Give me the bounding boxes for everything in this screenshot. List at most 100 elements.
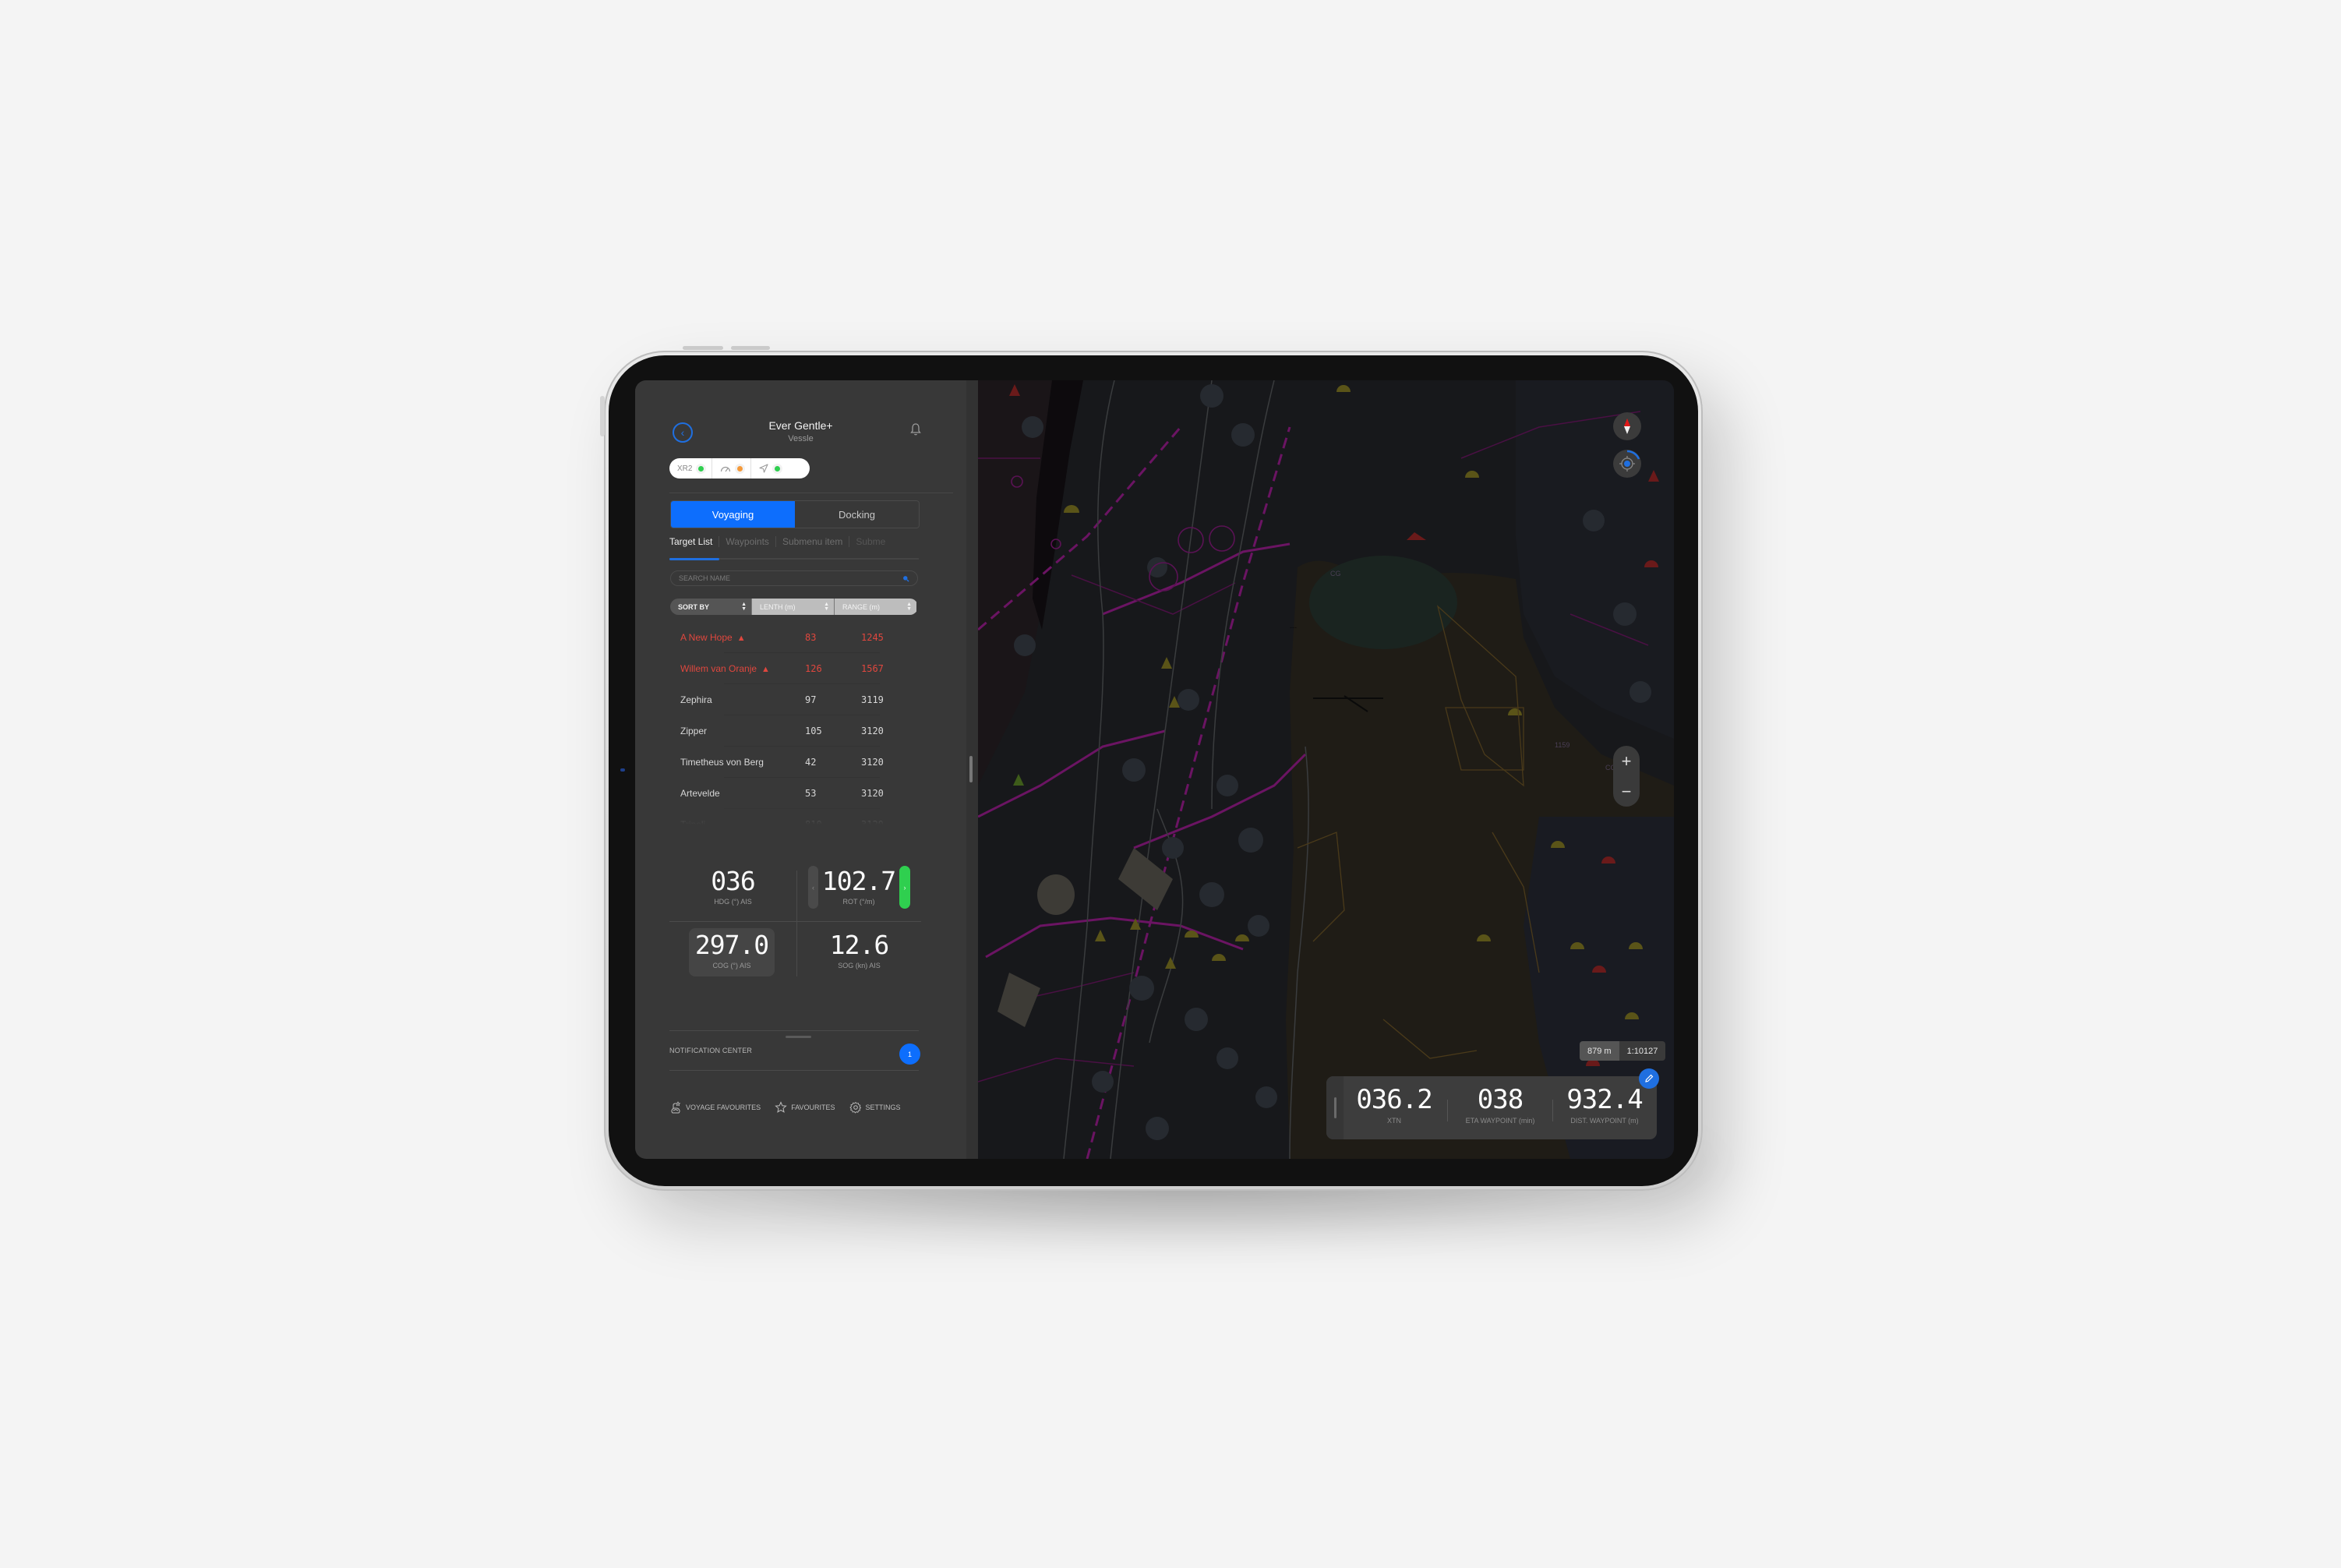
status-ok-dot xyxy=(698,465,704,471)
notification-center-label[interactable]: NOTIFICATION CENTER xyxy=(669,1047,752,1054)
device-power-button xyxy=(600,396,605,436)
vessel-metrics: 036 HDG (°) AIS ‹ 102.7 ROT (°/m) › 297.… xyxy=(669,866,921,1000)
navigation-arrow-icon xyxy=(759,464,769,473)
sort-arrows-icon: ▲ ▼ xyxy=(741,601,747,612)
metric-hdg[interactable]: 036 HDG (°) AIS xyxy=(669,866,796,906)
app-screen: ‹ Ever Gentle+ Vessle XR2 Voyaging Docki… xyxy=(635,380,1674,1159)
compass-button[interactable] xyxy=(1613,412,1641,440)
search-input[interactable] xyxy=(679,574,874,582)
dist-value: 932.4 xyxy=(1566,1084,1643,1115)
sort-length-button[interactable]: LENTH (m) ▲ ▼ xyxy=(751,599,834,615)
speedometer-icon xyxy=(721,466,731,472)
sort-header: SORT BY ▲ ▼ LENTH (m) ▲ ▼ RANGE (m) ▲ ▼ xyxy=(670,599,918,615)
target-range: 1567 xyxy=(861,663,884,674)
status-ok-dot xyxy=(775,465,781,471)
device-volume-button xyxy=(683,346,723,350)
rot-prev-button[interactable]: ‹ xyxy=(808,866,818,909)
nav-label: VOYAGE FAVOURITES xyxy=(686,1104,761,1111)
metric-cog[interactable]: 297.0 COG (°) AIS xyxy=(689,930,775,969)
notification-count-badge[interactable]: 1 xyxy=(899,1044,920,1065)
bell-icon[interactable] xyxy=(909,422,922,436)
cog-value: 297.0 xyxy=(694,930,769,960)
compass-icon xyxy=(1624,418,1630,434)
cog-label: COG (°) AIS xyxy=(712,962,751,969)
target-name-text: A New Hope xyxy=(680,632,733,643)
metric-rot[interactable]: 102.7 ROT (°/m) xyxy=(819,866,899,906)
target-name-text: Zephira xyxy=(680,694,712,705)
zoom-in-button[interactable]: + xyxy=(1613,746,1640,776)
status-speed xyxy=(711,458,750,479)
target-row[interactable]: Zipper 105 3120 xyxy=(669,715,927,747)
subtab-submenu-item[interactable]: Submenu item xyxy=(775,536,849,547)
locate-button[interactable] xyxy=(1613,450,1641,478)
status-navigation xyxy=(750,458,788,479)
target-row[interactable]: Willem van Oranje ▲ 126 1567 xyxy=(669,653,927,684)
target-name-text: Timetheus von Berg xyxy=(680,757,764,768)
target-name-text: Willem van Oranje xyxy=(680,663,757,674)
divider xyxy=(669,921,921,922)
rot-next-button[interactable]: › xyxy=(899,866,910,909)
nav-voyage-favourites[interactable]: VOYAGE FAVOURITES xyxy=(669,1101,761,1114)
target-range: 3120 xyxy=(861,757,884,768)
warning-icon: ▲ xyxy=(736,634,746,643)
subtab-target-list[interactable]: Target List xyxy=(669,536,719,547)
status-warn-dot xyxy=(737,465,743,471)
target-length: 97 xyxy=(805,694,817,705)
divider xyxy=(669,1070,919,1071)
zoom-control: + − xyxy=(1613,746,1640,807)
nautical-chart-map[interactable]: CG 1159 CG --- + − 879 m 1:10127 036.2 X… xyxy=(978,380,1674,1159)
subtab-waypoints[interactable]: Waypoints xyxy=(719,536,775,547)
nav-settings[interactable]: SETTINGS xyxy=(849,1101,901,1114)
sort-by-label: SORT BY xyxy=(678,602,710,611)
rot-label: ROT (°/m) xyxy=(842,898,875,906)
sidebar-resize-handle[interactable] xyxy=(969,756,973,782)
target-length: 126 xyxy=(805,663,822,674)
pencil-icon xyxy=(1645,1074,1654,1082)
target-row[interactable]: Timetheus von Berg 42 3120 xyxy=(669,747,927,778)
hdg-value: 036 xyxy=(711,866,756,896)
target-row[interactable]: A New Hope ▲ 83 1245 xyxy=(669,622,927,653)
chevron-right-icon: › xyxy=(903,883,906,892)
search-field[interactable] xyxy=(670,570,918,586)
device-camera xyxy=(620,768,625,772)
zoom-out-button[interactable]: − xyxy=(1613,776,1640,807)
nav-favourites[interactable]: FAVOURITES xyxy=(775,1101,835,1114)
sort-by-button[interactable]: SORT BY ▲ ▼ xyxy=(670,599,751,615)
chart-canvas[interactable]: CG 1159 CG --- xyxy=(978,380,1674,1159)
metric-eta-waypoint[interactable]: 038 ETA WAYPOINT (min) xyxy=(1449,1084,1551,1125)
panel-grip-handle[interactable] xyxy=(1334,1097,1336,1118)
target-range: 3120 xyxy=(861,726,884,736)
target-name: Zephira xyxy=(669,694,805,705)
status-label: XR2 xyxy=(677,464,693,473)
rot-value: 102.7 xyxy=(821,866,896,896)
target-range: 1245 xyxy=(861,632,884,643)
svg-text:---: --- xyxy=(1290,623,1297,631)
tab-docking[interactable]: Docking xyxy=(795,501,919,528)
sort-arrows-icon: ▲ ▼ xyxy=(906,601,912,612)
divider xyxy=(1447,1100,1448,1121)
device-volume-button xyxy=(731,346,770,350)
subtab-active-indicator xyxy=(669,558,719,560)
eta-value: 038 xyxy=(1477,1084,1524,1115)
sog-value: 12.6 xyxy=(829,930,889,960)
target-name-text: Zipper xyxy=(680,726,708,736)
subtab-submenu-item-2[interactable]: Subme xyxy=(849,536,892,547)
target-row[interactable]: Zephira 97 3119 xyxy=(669,684,927,715)
metric-dist-waypoint[interactable]: 932.4 DIST. WAYPOINT (m) xyxy=(1554,1084,1655,1125)
search-icon[interactable] xyxy=(902,575,909,582)
eta-label: ETA WAYPOINT (min) xyxy=(1465,1117,1535,1125)
target-list[interactable]: A New Hope ▲ 83 1245 Willem van Oranje ▲ 126 15… xyxy=(669,622,927,825)
metric-xtn[interactable]: 036.2 XTN xyxy=(1344,1084,1445,1125)
drawer-grabber[interactable] xyxy=(786,1036,811,1038)
sort-range-button[interactable]: RANGE (m) ▲ ▼ xyxy=(834,599,916,615)
svg-text:CG: CG xyxy=(1330,570,1341,577)
target-name: Timetheus von Berg xyxy=(669,757,805,768)
system-status-pill[interactable]: XR2 xyxy=(669,458,810,479)
mode-segmented-control: Voyaging Docking xyxy=(670,500,920,528)
edit-button[interactable] xyxy=(1639,1068,1659,1089)
divider xyxy=(669,1030,919,1031)
nav-label: FAVOURITES xyxy=(791,1104,835,1111)
tab-voyaging[interactable]: Voyaging xyxy=(671,501,795,528)
sort-arrows-icon: ▲ ▼ xyxy=(824,601,829,612)
metric-sog[interactable]: 12.6 SOG (kn) AIS xyxy=(797,930,921,969)
